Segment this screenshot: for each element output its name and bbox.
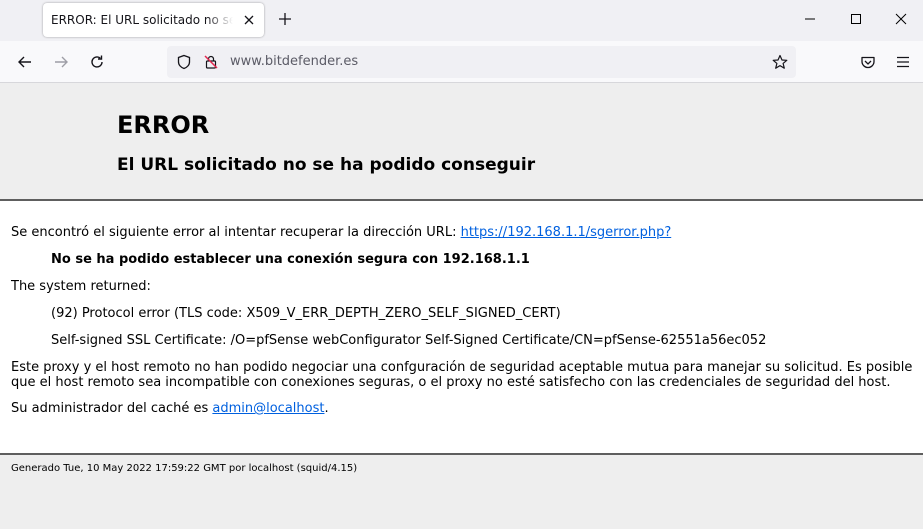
- insecure-lock-icon[interactable]: [203, 54, 219, 70]
- close-icon[interactable]: [241, 12, 257, 28]
- minimize-icon: [805, 18, 815, 20]
- error-footer: Generado Tue, 10 May 2022 17:59:22 GMT p…: [0, 453, 923, 529]
- page-title: ERROR: [117, 111, 210, 139]
- system-returned-label: The system returned:: [11, 279, 151, 294]
- page-content: ERROR El URL solicitado no se ha podido …: [0, 83, 923, 529]
- requested-url-link[interactable]: https://192.168.1.1/sgerror.php?: [461, 225, 672, 240]
- intro-paragraph: Se encontró el siguiente error al intent…: [11, 225, 671, 240]
- tab-active[interactable]: ERROR: El URL solicitado no se ha podido…: [43, 3, 264, 37]
- system-error: (92) Protocol error (TLS code: X509_V_ER…: [51, 306, 561, 321]
- plus-icon[interactable]: [277, 11, 293, 27]
- hamburger-menu-icon[interactable]: [895, 54, 911, 70]
- explanation-paragraph: Este proxy y el host remoto no han podid…: [11, 360, 913, 390]
- maximize-icon: [851, 14, 861, 24]
- arrow-left-icon[interactable]: [17, 54, 33, 70]
- admin-suffix: .: [324, 401, 329, 416]
- address-bar[interactable]: www.bitdefender.es: [167, 46, 796, 78]
- footer-text: Generado Tue, 10 May 2022 17:59:22 GMT p…: [11, 463, 358, 474]
- reload-icon[interactable]: [89, 54, 105, 70]
- window-close-button[interactable]: [878, 0, 923, 38]
- url-text[interactable]: www.bitdefender.es: [230, 54, 358, 69]
- maximize-button[interactable]: [833, 0, 879, 38]
- shield-icon[interactable]: [176, 54, 192, 70]
- minimize-button[interactable]: [787, 0, 833, 38]
- intro-text: Se encontró el siguiente error al intent…: [11, 225, 461, 240]
- admin-email-link[interactable]: admin@localhost: [212, 401, 324, 416]
- error-header: ERROR El URL solicitado no se ha podido …: [0, 83, 923, 201]
- navigation-toolbar: www.bitdefender.es: [0, 41, 923, 83]
- certificate-info: Self-signed SSL Certificate: /O=pfSense …: [51, 333, 767, 348]
- page-subtitle: El URL solicitado no se ha podido conseg…: [117, 155, 536, 175]
- arrow-right-icon[interactable]: [53, 54, 69, 70]
- pocket-icon[interactable]: [860, 54, 876, 70]
- error-message: No se ha podido establecer una conexión …: [51, 252, 530, 267]
- window-close-icon: [895, 13, 907, 25]
- admin-text: Su administrador del caché es: [11, 401, 213, 416]
- admin-paragraph: Su administrador del caché es admin@loca…: [11, 401, 329, 416]
- tab-title: ERROR: El URL solicitado no se ha podido…: [51, 13, 233, 27]
- tab-strip: ERROR: El URL solicitado no se ha podido…: [0, 0, 923, 41]
- star-icon[interactable]: [772, 54, 788, 70]
